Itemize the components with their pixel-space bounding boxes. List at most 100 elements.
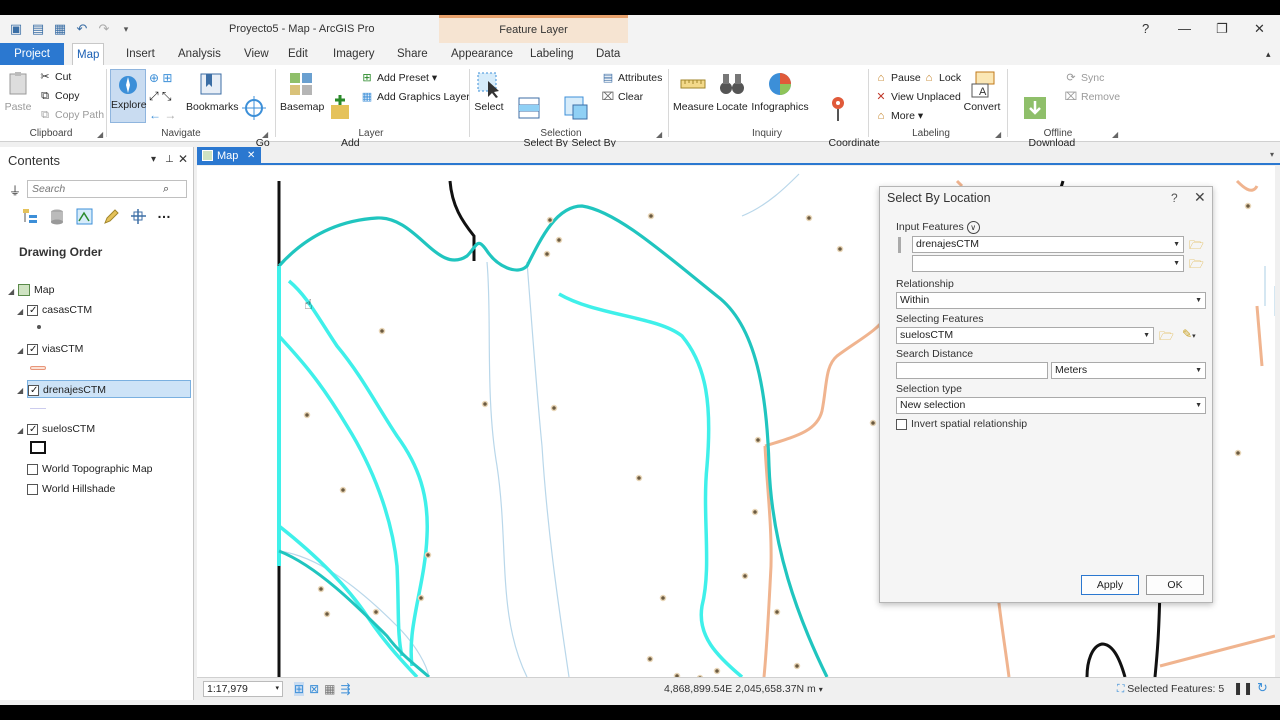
convert-labels-button[interactable]: A Convert — [963, 69, 1001, 113]
ribbon-collapse-icon[interactable]: ▴ — [1262, 43, 1275, 65]
search-icon[interactable]: ⌕ — [163, 183, 169, 196]
full-extent-icon[interactable]: ⤢ ⤡ — [149, 89, 172, 104]
selected-features-status[interactable]: ⛶ Selected Features: 5 — [1117, 683, 1224, 696]
expand-layer-icon[interactable]: ◢ — [17, 346, 23, 355]
view-unplaced-button[interactable]: ✕ View Unplaced — [874, 90, 960, 104]
copy-path-button[interactable]: ⧉ Copy Path — [38, 108, 104, 122]
pause-labeling-button[interactable]: ⌂ Pause — [874, 71, 921, 85]
apply-button[interactable]: Apply — [1081, 575, 1139, 595]
toc-layer-world-topographic-map[interactable]: World Topographic Map — [27, 460, 153, 478]
list-by-snapping-icon[interactable] — [130, 208, 147, 225]
close-tab-icon[interactable]: ✕ — [247, 147, 255, 165]
copy-button[interactable]: ⧉ Copy — [38, 89, 79, 103]
more-options-icon[interactable]: … — [157, 206, 174, 225]
browse-folder-icon[interactable]: 🗁 — [1159, 327, 1174, 348]
expand-map-icon[interactable]: ◢ — [8, 287, 14, 296]
sketch-pencil-icon[interactable]: ✎▾ — [1182, 327, 1196, 341]
dialog-close-icon[interactable]: ✕ — [1194, 189, 1206, 206]
clipboard-launcher-icon[interactable]: ◢ — [97, 130, 103, 139]
more-labeling-button[interactable]: ⌂ More ▾ — [874, 109, 923, 123]
tab-imagery[interactable]: Imagery — [329, 43, 379, 65]
toc-layer-suelosctm[interactable]: suelosCTM — [27, 420, 95, 439]
cut-button[interactable]: ✂ Cut — [38, 70, 71, 84]
distance-unit-combo[interactable]: Meters ▼ — [1051, 362, 1206, 379]
browse-folder-icon[interactable]: 🗁 — [1189, 255, 1204, 276]
tab-analysis[interactable]: Analysis — [174, 43, 225, 65]
add-graphics-layer-button[interactable]: ▦ Add Graphics Layer — [360, 90, 470, 104]
expand-layer-icon[interactable]: ◢ — [17, 426, 23, 435]
search-distance-input[interactable] — [896, 362, 1048, 379]
layer-visibility-checkbox[interactable] — [28, 382, 39, 400]
add-preset-button[interactable]: ⊞ Add Preset ▾ — [360, 71, 437, 85]
save-project-icon[interactable]: ▦ — [52, 21, 68, 37]
paste-button[interactable]: Paste — [4, 69, 32, 113]
tab-map[interactable]: Map — [72, 43, 105, 65]
pane-options-icon[interactable]: ▾ — [151, 154, 156, 165]
bookmarks-button[interactable]: Bookmarks — [186, 69, 239, 113]
expand-layer-icon[interactable]: ◢ — [17, 307, 23, 316]
expand-layer-icon[interactable]: ◢ — [17, 386, 23, 395]
invert-relationship-option[interactable]: Invert spatial relationship — [896, 418, 1027, 430]
view-options-icon[interactable]: ▾ — [1270, 150, 1274, 159]
tab-project[interactable]: Project — [0, 43, 64, 65]
locate-button[interactable]: Locate — [715, 69, 749, 113]
offline-launcher-icon[interactable]: ◢ — [1112, 130, 1118, 139]
customize-qat-icon[interactable]: ▾ — [118, 21, 134, 37]
selection-launcher-icon[interactable]: ◢ — [656, 130, 662, 139]
restore-button[interactable]: ❐ — [1216, 21, 1228, 37]
toc-map[interactable]: Map — [18, 281, 54, 299]
layer-visibility-checkbox[interactable] — [27, 341, 38, 359]
attributes-button[interactable]: ▤ Attributes — [601, 71, 663, 85]
map-view-tab[interactable]: Map ✕ — [197, 147, 261, 165]
tab-labeling[interactable]: Labeling — [526, 43, 577, 65]
coordinate-readout[interactable]: 4,868,899.54E 2,045,658.37N m ▾ — [664, 683, 823, 695]
open-project-icon[interactable]: ▤ — [30, 21, 46, 37]
tab-edit[interactable]: Edit — [284, 43, 312, 65]
invert-relationship-checkbox[interactable] — [896, 418, 907, 430]
scale-selector[interactable]: 1:17,979 ▾ — [203, 681, 283, 697]
toc-layer-world-hillshade[interactable]: World Hillshade — [27, 480, 115, 498]
new-project-icon[interactable]: ▣ — [8, 21, 24, 37]
pin-icon[interactable]: ⊥ — [165, 154, 174, 165]
clear-selection-button[interactable]: ⌧ Clear — [601, 90, 643, 104]
select-button[interactable]: Select — [474, 69, 504, 113]
redo-icon[interactable]: ↷ — [96, 21, 112, 37]
layer-visibility-checkbox[interactable] — [27, 421, 38, 439]
measure-button[interactable]: Measure — [673, 69, 714, 113]
refresh-icon[interactable]: ↻ — [1257, 680, 1268, 696]
layer-visibility-checkbox[interactable] — [27, 483, 38, 495]
input-features-combo-2[interactable]: ▼ — [912, 255, 1184, 272]
rotation-icon[interactable]: ⇶ — [340, 682, 350, 696]
browse-folder-icon[interactable]: 🗁 — [1189, 236, 1204, 257]
navigate-launcher-icon[interactable]: ◢ — [262, 130, 268, 139]
help-icon[interactable]: ? — [1142, 21, 1149, 36]
tab-share[interactable]: Share — [393, 43, 432, 65]
list-by-drawing-order-icon[interactable] — [22, 208, 39, 225]
list-by-data-source-icon[interactable] — [49, 208, 66, 225]
infographics-button[interactable]: Infographics — [751, 69, 809, 113]
labeling-launcher-icon[interactable]: ◢ — [995, 130, 1001, 139]
tab-insert[interactable]: Insert — [122, 43, 159, 65]
pause-drawing-icon[interactable]: ❚❚ — [1233, 681, 1253, 695]
sync-button[interactable]: ⟳ Sync — [1064, 71, 1104, 85]
grid-icon[interactable]: ⊠ — [309, 682, 319, 696]
toc-layer-casasctm[interactable]: casasCTM — [27, 301, 92, 320]
close-button[interactable]: ✕ — [1254, 21, 1265, 37]
layer-visibility-checkbox[interactable] — [27, 302, 38, 320]
dialog-help-icon[interactable]: ? — [1171, 191, 1178, 205]
table-icon[interactable]: ▦ — [324, 682, 335, 696]
list-by-selection-icon[interactable] — [76, 208, 93, 225]
ok-button[interactable]: OK — [1146, 575, 1204, 595]
minimize-button[interactable]: — — [1178, 21, 1191, 36]
collapse-icon[interactable]: ∨ — [966, 221, 980, 234]
input-features-combo[interactable]: drenajesCTM ▼ — [912, 236, 1184, 253]
previous-extent-icon[interactable]: ← → — [149, 108, 176, 122]
basemap-button[interactable]: Basemap — [280, 69, 324, 113]
toc-layer-drenajesctm[interactable]: drenajesCTM — [27, 380, 191, 400]
fixed-zoom-icon[interactable]: ⊞ — [294, 682, 305, 696]
explore-button[interactable]: Explore — [110, 69, 147, 123]
zoom-tools-icon[interactable]: ⊕ ⊞ — [149, 71, 172, 85]
toc-layer-viasctm[interactable]: viasCTM — [27, 340, 83, 359]
filter-icon[interactable]: ⏚ — [9, 182, 21, 199]
selecting-features-combo[interactable]: suelosCTM ▼ — [896, 327, 1154, 344]
